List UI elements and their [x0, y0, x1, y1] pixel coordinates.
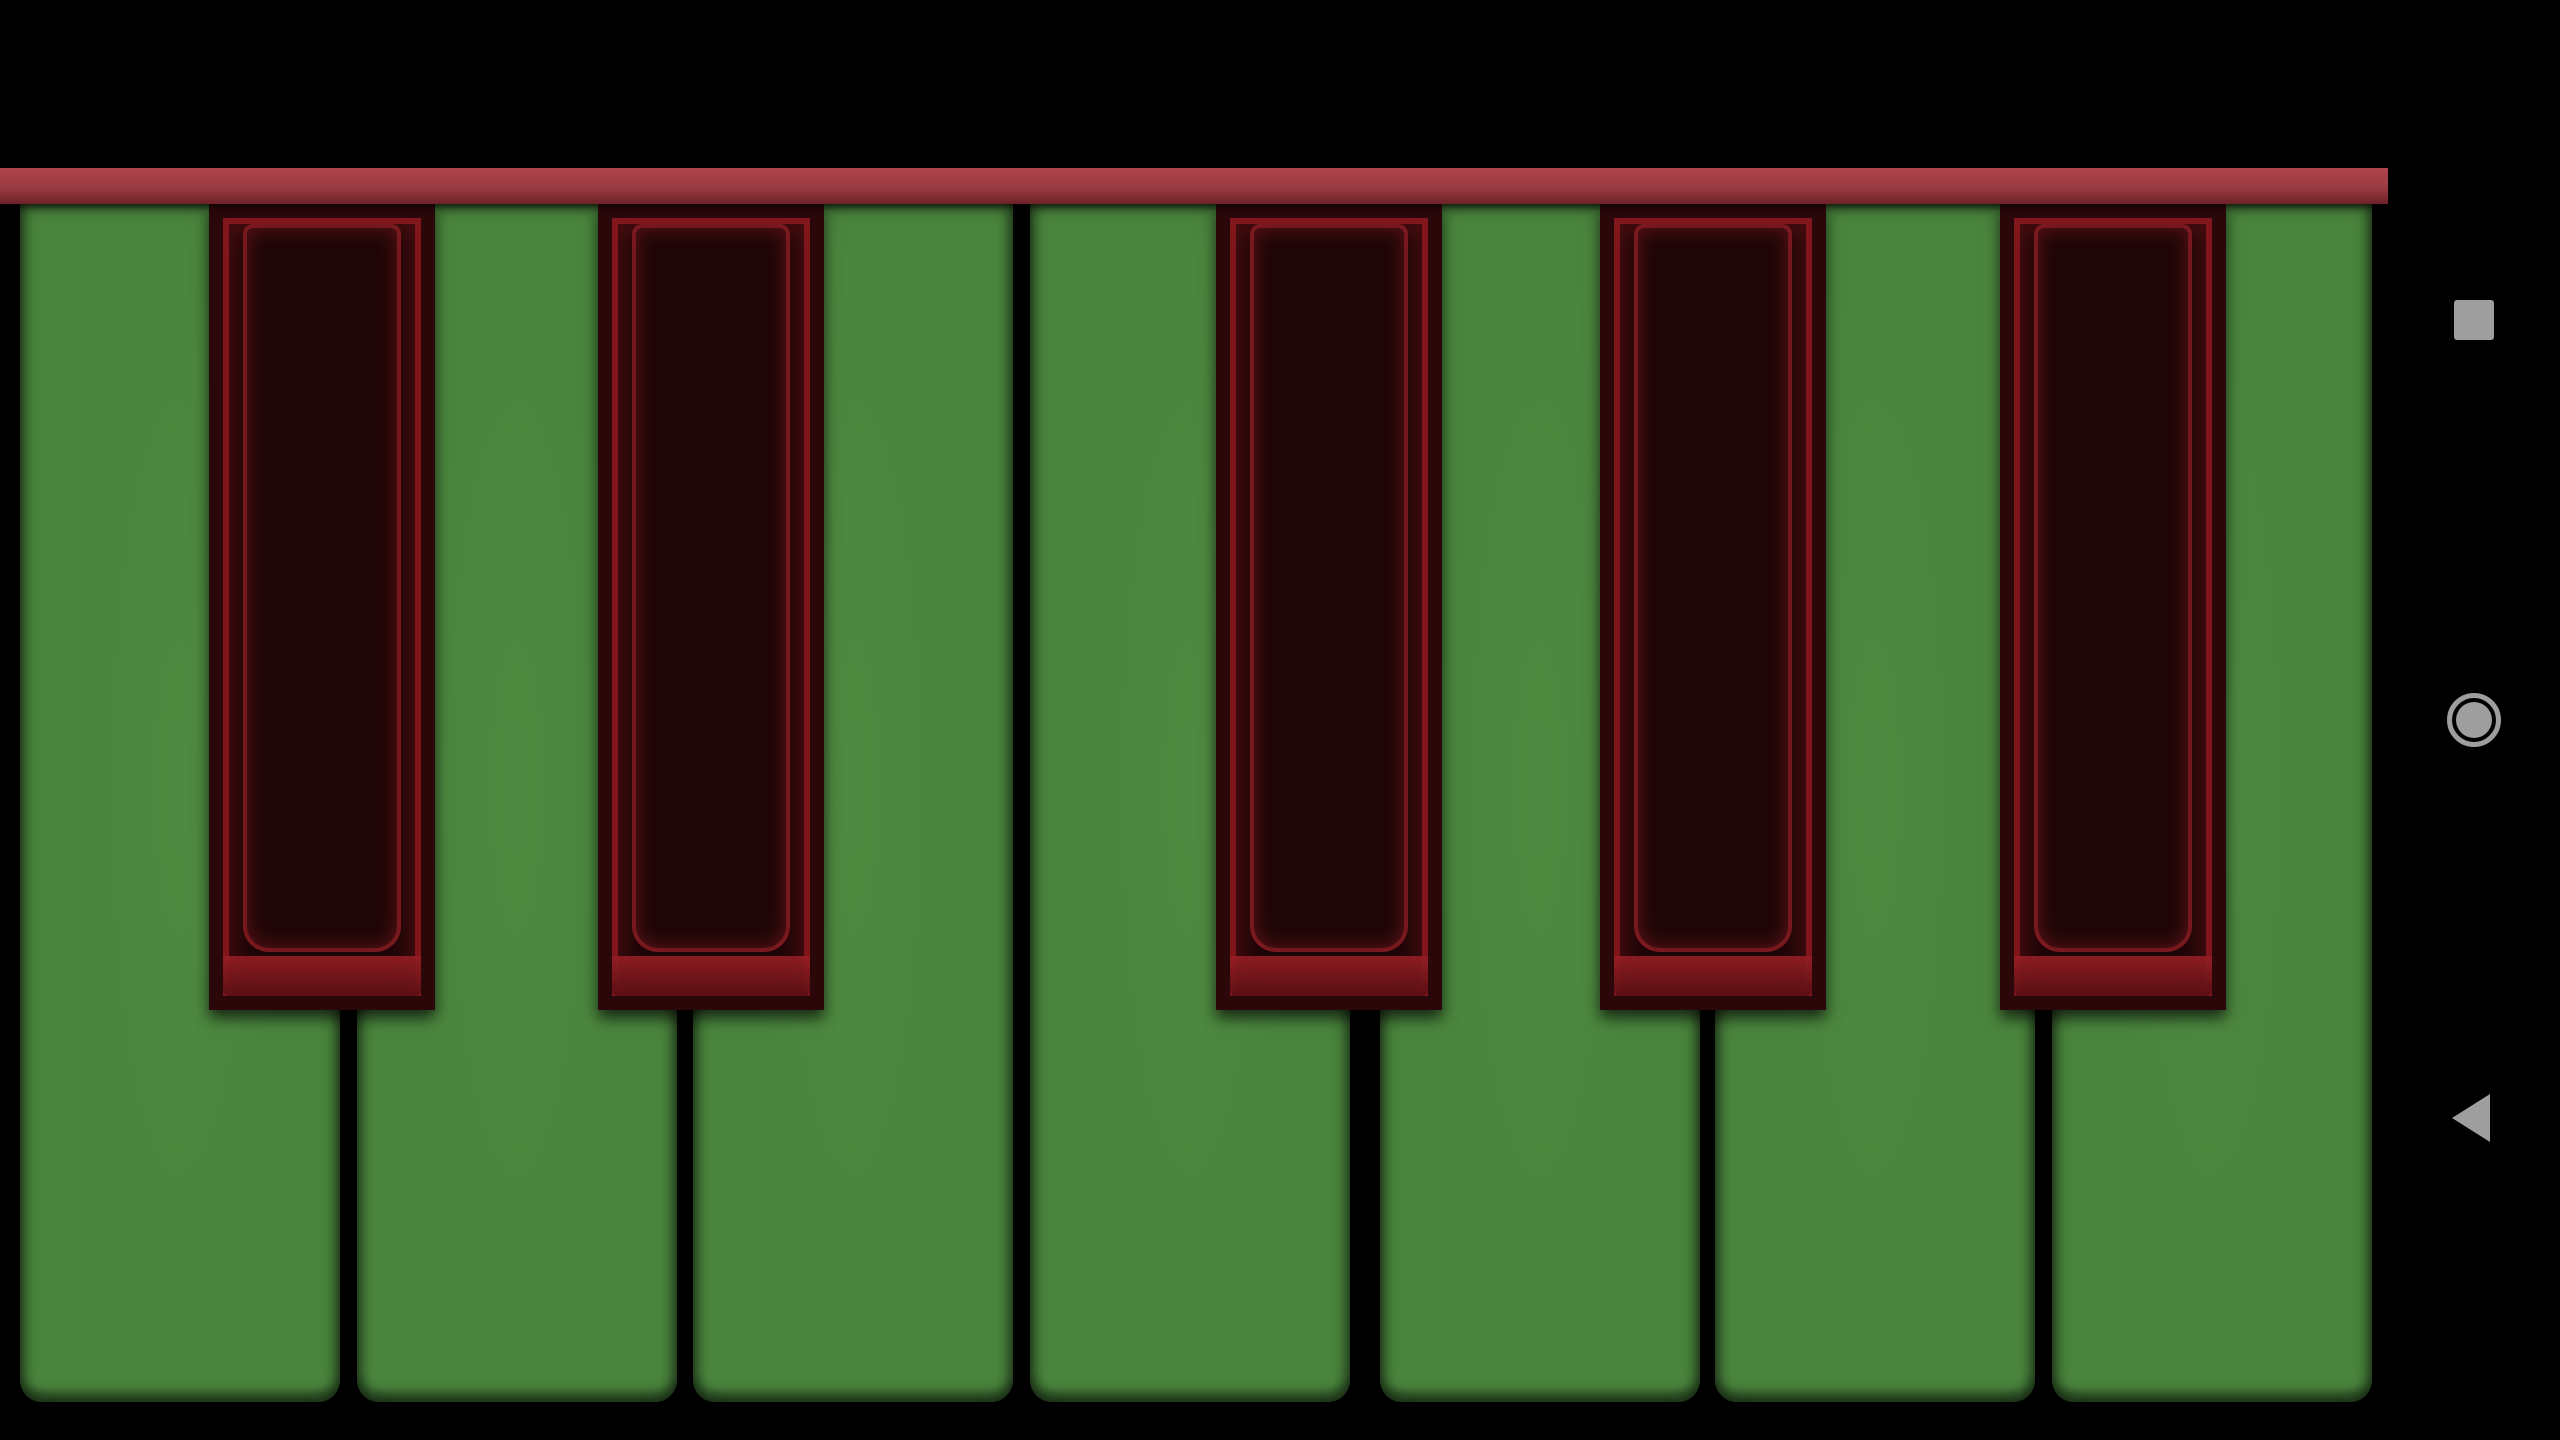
key-rail	[0, 168, 2388, 204]
black-key-front-lip	[223, 956, 421, 996]
piano-keyboard	[0, 168, 2388, 1440]
circle-icon	[2447, 693, 2501, 747]
black-key-front-lip	[2014, 956, 2212, 996]
black-key-top-surface	[1250, 224, 1408, 952]
back-button[interactable]	[2388, 1048, 2560, 1188]
screen	[0, 0, 2560, 1440]
black-key-front-lip	[1614, 956, 1812, 996]
navigation-bar	[2388, 0, 2560, 1440]
black-key-5[interactable]	[2000, 204, 2226, 1010]
home-button[interactable]	[2388, 650, 2560, 790]
recents-button[interactable]	[2388, 250, 2560, 390]
black-key-top-surface	[243, 224, 401, 952]
black-key-4[interactable]	[1600, 204, 1826, 1010]
black-key-front-lip	[612, 956, 810, 996]
black-key-top-surface	[632, 224, 790, 952]
black-key-front-lip	[1230, 956, 1428, 996]
triangle-back-icon	[2452, 1094, 2490, 1142]
square-icon	[2454, 300, 2494, 340]
black-key-2[interactable]	[598, 204, 824, 1010]
black-key-3[interactable]	[1216, 204, 1442, 1010]
black-key-top-surface	[2034, 224, 2192, 952]
black-key-1[interactable]	[209, 204, 435, 1010]
black-key-top-surface	[1634, 224, 1792, 952]
